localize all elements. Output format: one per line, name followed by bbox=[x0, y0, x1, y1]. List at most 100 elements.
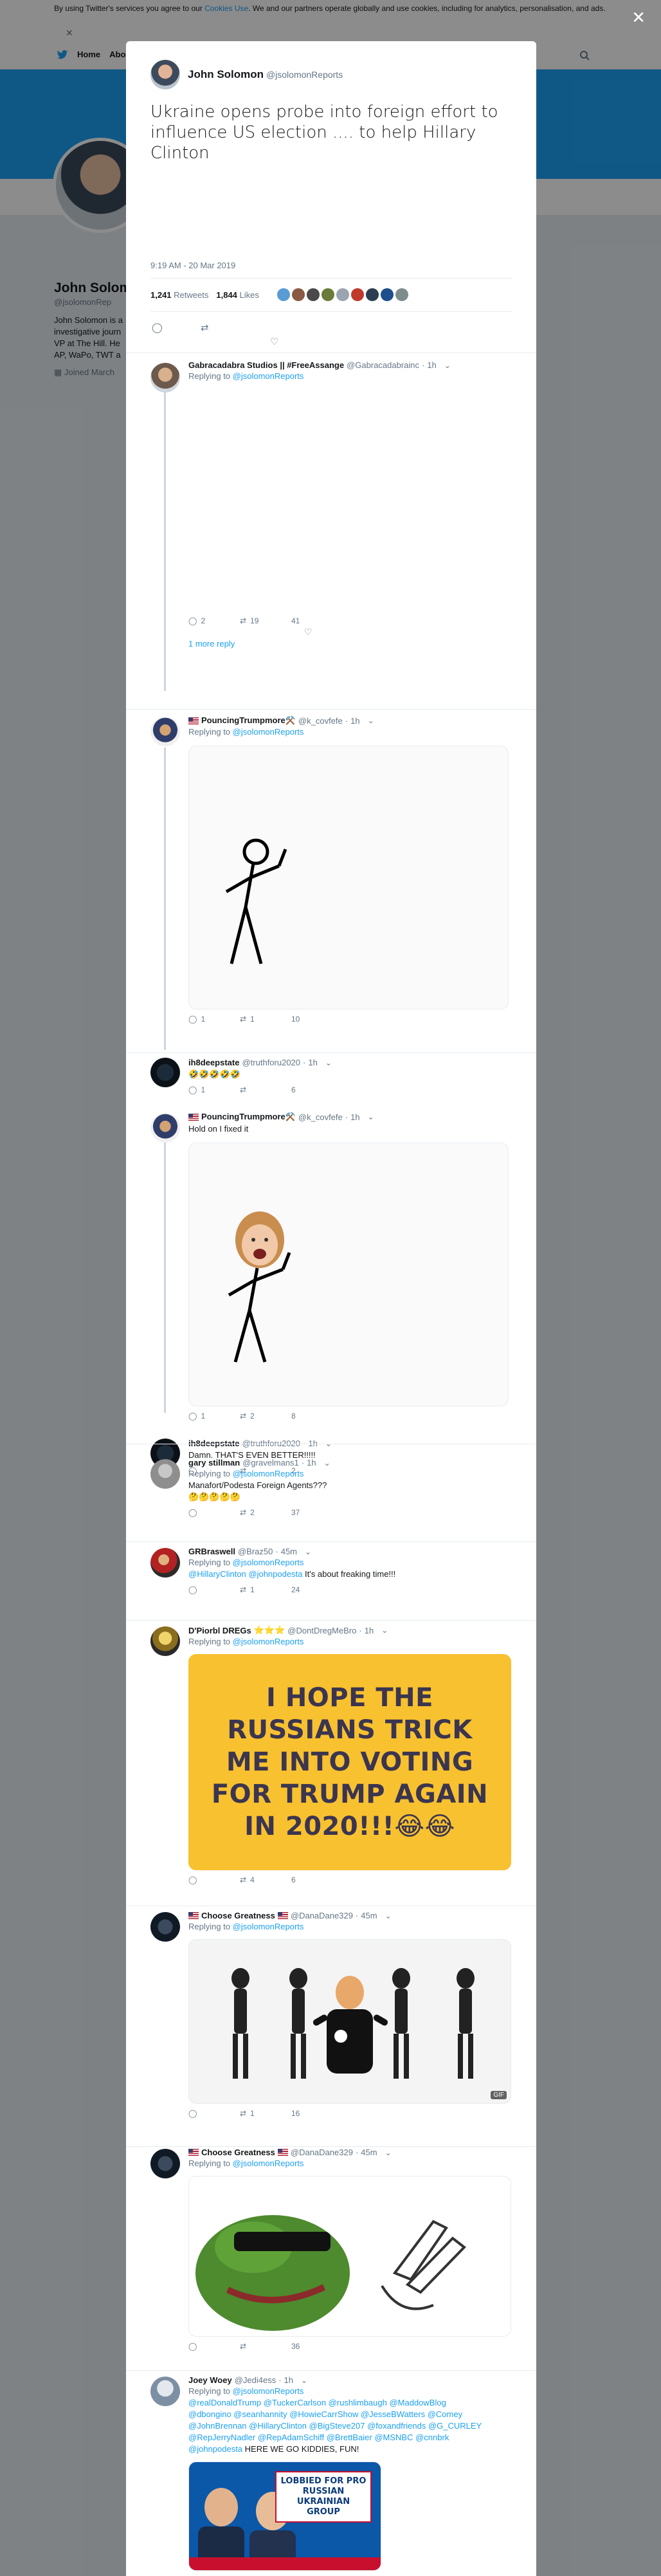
reply-author-handle[interactable]: @DanaDane329 bbox=[291, 1911, 353, 1920]
reply-tweet[interactable]: Joey Woey @Jedi4ess · 1h ⌄ Replying to @jsol… bbox=[126, 2373, 536, 2576]
reply-time[interactable]: 45m bbox=[361, 2148, 377, 2157]
reply-time[interactable]: 1h bbox=[307, 1458, 316, 1467]
like-action[interactable]: 16 bbox=[291, 2109, 343, 2118]
avatar[interactable] bbox=[150, 1626, 180, 1656]
gif-image[interactable]: GIF bbox=[188, 1939, 511, 2104]
reply-author-handle[interactable]: @Jedi4ess bbox=[235, 2375, 276, 2385]
reply-tweet[interactable]: D'Piorbl DREGs ⭐⭐⭐ @DontDregMeBro · 1h ⌄ Repl… bbox=[126, 1623, 536, 1903]
reply-author-name[interactable]: PouncingTrumpmore⚒️ bbox=[201, 715, 296, 726]
replying-to-link[interactable]: @jsolomonReports bbox=[233, 2158, 304, 2168]
like-action[interactable]: 6 bbox=[291, 1085, 343, 1094]
reply-tweet[interactable]: Choose Greatness @DanaDane329 · 45m ⌄ Replyi… bbox=[126, 1908, 536, 2118]
reply-action[interactable]: ◯ bbox=[188, 1585, 240, 1594]
like-action[interactable]: 37 bbox=[291, 1508, 343, 1517]
avatar[interactable] bbox=[150, 717, 180, 746]
reply-author-handle[interactable]: @gravelmans1 bbox=[242, 1458, 299, 1467]
stick-figure-face-image[interactable] bbox=[188, 1143, 509, 1406]
more-replies-link[interactable]: 1 more reply bbox=[188, 639, 498, 649]
reply-time[interactable]: 1h bbox=[365, 1626, 374, 1635]
liker-avatar[interactable] bbox=[350, 288, 364, 301]
reply-author-handle[interactable]: @k_covfefe bbox=[298, 1112, 343, 1122]
news-image[interactable]: LOBBIED FOR PRO RUSSIAN UKRAINIAN GROUP bbox=[188, 2461, 381, 2571]
retweet-icon[interactable]: ⇄ bbox=[201, 322, 249, 333]
reply-author-name[interactable]: Choose Greatness bbox=[201, 1911, 275, 1920]
chevron-down-icon[interactable]: ⌄ bbox=[305, 1547, 311, 1556]
reply-action[interactable]: ◯ bbox=[188, 1508, 240, 1517]
avatar[interactable] bbox=[150, 1912, 180, 1942]
reply-tweet[interactable]: PouncingTrumpmore⚒️ @k_covfefe · 1h ⌄ Hold o… bbox=[126, 1109, 536, 1444]
reply-tweet[interactable]: PouncingTrumpmore⚒️ @k_covfefe · 1h ⌄ Replyi… bbox=[126, 710, 536, 1051]
like-action[interactable]: 6 bbox=[291, 1875, 343, 1884]
main-tweet-timestamp[interactable]: 9:19 AM - 20 Mar 2019 bbox=[150, 261, 235, 270]
reply-icon[interactable]: ◯ bbox=[152, 322, 201, 333]
liker-avatar[interactable] bbox=[380, 288, 394, 301]
reply-tweet[interactable]: Gabracadabra Studios || #FreeAssange @Gab… bbox=[126, 355, 536, 708]
chevron-down-icon[interactable]: ⌄ bbox=[324, 1458, 330, 1467]
reply-time[interactable]: 45m bbox=[361, 1911, 377, 1920]
like-action[interactable]: 41 bbox=[291, 616, 343, 625]
meme-image[interactable]: I HOPE THE RUSSIANS TRICK ME INTO VOTING… bbox=[188, 1654, 511, 1870]
chevron-down-icon[interactable]: ⌄ bbox=[381, 1626, 388, 1635]
reply-author-name[interactable]: Choose Greatness bbox=[201, 2148, 275, 2157]
avatar[interactable] bbox=[150, 1459, 180, 1489]
reply-author-name[interactable]: GRBraswell bbox=[188, 1547, 235, 1556]
chevron-down-icon[interactable]: ⌄ bbox=[385, 1911, 392, 1920]
reply-mentions[interactable]: @HillaryClinton @johnpodesta bbox=[188, 1569, 302, 1579]
replying-to-link[interactable]: @jsolomonReports bbox=[233, 1558, 304, 1567]
reply-time[interactable]: 1h bbox=[427, 360, 436, 370]
main-tweet-handle[interactable]: @jsolomonReports bbox=[266, 69, 343, 80]
reply-author-name[interactable]: Joey Woey bbox=[188, 2375, 232, 2385]
replying-to-link[interactable]: @jsolomonReports bbox=[233, 1469, 304, 1478]
avatar[interactable] bbox=[150, 60, 180, 89]
liker-avatar[interactable] bbox=[291, 288, 305, 301]
frog-meme-image[interactable] bbox=[188, 2176, 511, 2337]
retweet-action[interactable]: ⇄ 1 bbox=[240, 1585, 291, 1594]
liker-avatar[interactable] bbox=[336, 288, 349, 301]
like-action[interactable]: 8 bbox=[291, 1412, 343, 1421]
reply-time[interactable]: 1h bbox=[284, 2375, 293, 2385]
liker-avatar[interactable] bbox=[395, 288, 408, 301]
avatar[interactable] bbox=[150, 363, 180, 392]
chevron-down-icon[interactable]: ⌄ bbox=[368, 1112, 374, 1121]
retweet-action[interactable]: ⇄ 2 bbox=[240, 1508, 291, 1517]
reply-time[interactable]: 1h bbox=[308, 1058, 317, 1067]
like-icon[interactable]: ♡ bbox=[270, 336, 278, 347]
reply-time[interactable]: 1h bbox=[350, 1112, 359, 1122]
reply-action[interactable]: ◯ 1 bbox=[188, 1412, 240, 1421]
main-tweet-name[interactable]: John Solomon bbox=[188, 68, 264, 80]
stick-figure-image[interactable] bbox=[188, 746, 509, 1009]
reply-author-handle[interactable]: @k_covfefe bbox=[298, 716, 343, 726]
reply-author-name[interactable]: D'Piorbl DREGs bbox=[188, 1626, 251, 1635]
replying-to-link[interactable]: @jsolomonReports bbox=[233, 1637, 304, 1646]
reply-author-name[interactable]: Gabracadabra Studios || #FreeAssange bbox=[188, 360, 344, 370]
chevron-down-icon[interactable]: ⌄ bbox=[444, 361, 451, 370]
reply-action[interactable]: ◯ bbox=[188, 2109, 240, 2118]
retweet-action[interactable]: ⇄ 1 bbox=[240, 2109, 291, 2118]
retweet-action[interactable]: ⇄ bbox=[240, 2342, 291, 2351]
liker-avatar[interactable] bbox=[365, 288, 379, 301]
reply-author-name[interactable]: PouncingTrumpmore⚒️ bbox=[201, 1112, 296, 1122]
reply-author-name[interactable]: gary stillman bbox=[188, 1458, 240, 1467]
reply-author-name[interactable]: ih8deepstate bbox=[188, 1058, 239, 1067]
like-icon[interactable]: ♡ bbox=[304, 627, 498, 638]
reply-tweet[interactable]: Choose Greatness @DanaDane329 · 45m ⌄ Replyi… bbox=[126, 2144, 536, 2352]
avatar[interactable] bbox=[150, 1058, 180, 1087]
reply-time[interactable]: 45m bbox=[281, 1547, 297, 1556]
liker-avatar[interactable] bbox=[321, 288, 334, 301]
liker-avatar[interactable] bbox=[276, 288, 290, 301]
reply-author-handle[interactable]: @Gabracadabrainc bbox=[347, 360, 419, 370]
like-action[interactable]: 36 bbox=[291, 2342, 343, 2351]
avatar[interactable] bbox=[150, 2377, 180, 2406]
reply-action[interactable]: ◯ 1 bbox=[188, 1085, 240, 1094]
replying-to-link[interactable]: @jsolomonReports bbox=[233, 1922, 304, 1931]
reply-time[interactable]: 1h bbox=[350, 716, 359, 726]
retweet-action[interactable]: ⇄ bbox=[240, 1085, 291, 1094]
avatar[interactable] bbox=[150, 2149, 180, 2178]
like-action[interactable]: 10 bbox=[291, 1015, 343, 1024]
replying-to-link[interactable]: @jsolomonReports bbox=[233, 371, 304, 381]
reply-author-handle[interactable]: @truthforu2020 bbox=[242, 1058, 300, 1067]
reply-author-handle[interactable]: @Braz50 bbox=[238, 1547, 273, 1556]
replying-to-link[interactable]: @jsolomonReports bbox=[233, 2386, 304, 2396]
retweet-action[interactable]: ⇄ 19 bbox=[240, 616, 291, 625]
reply-tweet[interactable]: ih8deepstate @truthforu2020 · 1h ⌄ 🤣🤣🤣🤣🤣 ◯ 1 … bbox=[126, 1054, 536, 1109]
